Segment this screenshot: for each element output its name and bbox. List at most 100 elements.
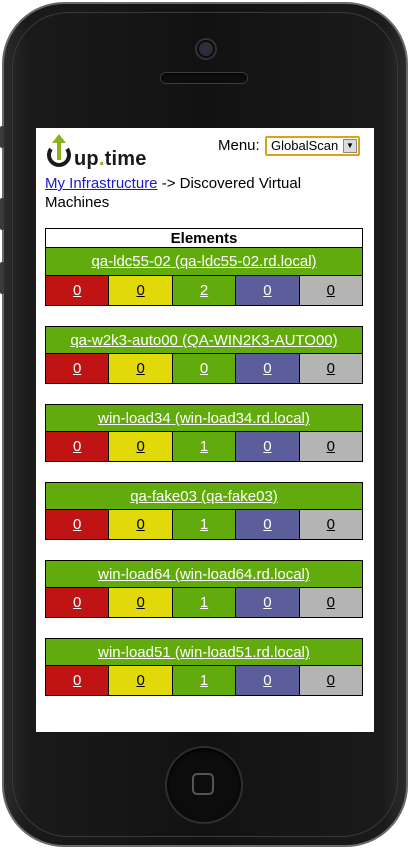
status-cell-critical: 0 xyxy=(46,588,110,617)
status-count-link-maintenance[interactable]: 0 xyxy=(263,438,271,455)
vm-title-bar: win-load64 (win-load64.rd.local) xyxy=(45,560,363,588)
home-square-icon xyxy=(192,773,214,795)
status-cell-ok: 1 xyxy=(172,666,237,695)
vm-title-bar: qa-fake03 (qa-fake03) xyxy=(45,482,363,510)
status-cell-ok: 1 xyxy=(172,510,237,539)
vm-title-bar: qa-ldc55-02 (qa-ldc55-02.rd.local) xyxy=(45,248,363,276)
status-count-link-ok[interactable]: 1 xyxy=(200,438,208,455)
status-cell-ok: 1 xyxy=(172,432,237,461)
status-cell-unknown: 0 xyxy=(299,666,363,695)
status-cell-maintenance: 0 xyxy=(236,510,300,539)
status-count-link-ok[interactable]: 1 xyxy=(200,672,208,689)
status-counts-row: 0 0 1 0 0 xyxy=(45,432,363,462)
status-cell-warning: 0 xyxy=(109,276,173,305)
earpiece-speaker xyxy=(161,73,247,83)
status-count-link-unknown[interactable]: 0 xyxy=(327,594,335,611)
vm-link[interactable]: qa-ldc55-02 (qa-ldc55-02.rd.local) xyxy=(91,253,316,270)
mute-switch xyxy=(0,126,4,148)
status-count-link-warning[interactable]: 0 xyxy=(136,360,144,377)
status-counts-row: 0 0 2 0 0 xyxy=(45,276,363,306)
status-cell-maintenance: 0 xyxy=(236,666,300,695)
status-count-link-critical[interactable]: 0 xyxy=(73,594,81,611)
status-cell-critical: 0 xyxy=(46,276,110,305)
status-count-link-unknown[interactable]: 0 xyxy=(327,672,335,689)
status-cell-warning: 0 xyxy=(109,432,173,461)
status-count-link-maintenance[interactable]: 0 xyxy=(263,594,271,611)
status-count-link-ok[interactable]: 1 xyxy=(200,594,208,611)
status-counts-row: 0 0 1 0 0 xyxy=(45,510,363,540)
status-count-link-maintenance[interactable]: 0 xyxy=(263,360,271,377)
status-count-link-critical[interactable]: 0 xyxy=(73,282,81,299)
status-cell-critical: 0 xyxy=(46,432,110,461)
vm-block: qa-fake03 (qa-fake03) 0 0 1 0 0 xyxy=(45,482,363,540)
status-count-link-warning[interactable]: 0 xyxy=(136,672,144,689)
status-count-link-unknown[interactable]: 0 xyxy=(327,438,335,455)
status-cell-maintenance: 0 xyxy=(236,588,300,617)
vm-link[interactable]: qa-fake03 (qa-fake03) xyxy=(130,488,278,505)
status-cell-ok: 1 xyxy=(172,588,237,617)
status-cell-unknown: 0 xyxy=(299,354,363,383)
menu-select[interactable]: GlobalScan ▼ xyxy=(265,136,360,156)
vm-container: qa-ldc55-02 (qa-ldc55-02.rd.local) 0 0 2 0 0 q… xyxy=(45,248,363,696)
volume-down-button xyxy=(0,262,4,294)
menu-select-value: GlobalScan xyxy=(271,138,339,153)
status-count-link-critical[interactable]: 0 xyxy=(73,672,81,689)
menu-label: Menu: xyxy=(218,137,260,154)
status-cell-warning: 0 xyxy=(109,588,173,617)
dropdown-arrow-icon[interactable]: ▼ xyxy=(343,139,357,153)
status-cell-ok: 0 xyxy=(172,354,237,383)
power-icon xyxy=(47,134,71,167)
status-count-link-ok[interactable]: 2 xyxy=(200,282,208,299)
front-camera xyxy=(197,40,215,58)
status-count-link-unknown[interactable]: 0 xyxy=(327,282,335,299)
vm-block: win-load64 (win-load64.rd.local) 0 0 1 0 0 xyxy=(45,560,363,618)
status-count-link-critical[interactable]: 0 xyxy=(73,516,81,533)
status-cell-maintenance: 0 xyxy=(236,276,300,305)
home-button[interactable] xyxy=(167,748,241,822)
vm-block: qa-ldc55-02 (qa-ldc55-02.rd.local) 0 0 2 0 0 xyxy=(45,248,363,306)
elements-header: Elements xyxy=(45,228,363,248)
status-cell-ok: 2 xyxy=(172,276,237,305)
status-cell-unknown: 0 xyxy=(299,276,363,305)
status-count-link-warning[interactable]: 0 xyxy=(136,282,144,299)
status-count-link-maintenance[interactable]: 0 xyxy=(263,672,271,689)
status-count-link-maintenance[interactable]: 0 xyxy=(263,516,271,533)
status-count-link-ok[interactable]: 0 xyxy=(200,360,208,377)
status-count-link-maintenance[interactable]: 0 xyxy=(263,282,271,299)
status-count-link-unknown[interactable]: 0 xyxy=(327,360,335,377)
status-cell-unknown: 0 xyxy=(299,510,363,539)
vm-title-bar: win-load51 (win-load51.rd.local) xyxy=(45,638,363,666)
status-cell-critical: 0 xyxy=(46,354,110,383)
status-count-link-warning[interactable]: 0 xyxy=(136,438,144,455)
status-count-link-unknown[interactable]: 0 xyxy=(327,516,335,533)
status-cell-unknown: 0 xyxy=(299,432,363,461)
status-cell-critical: 0 xyxy=(46,666,110,695)
vm-block: win-load34 (win-load34.rd.local) 0 0 1 0 0 xyxy=(45,404,363,462)
status-cell-unknown: 0 xyxy=(299,588,363,617)
phone-screen: up.time Menu: GlobalScan ▼ My Infrastruc… xyxy=(36,128,374,732)
vm-block: qa-w2k3-auto00 (QA-WIN2K3-AUTO00) 0 0 0 0 0 xyxy=(45,326,363,384)
status-counts-row: 0 0 0 0 0 xyxy=(45,354,363,384)
uptime-logo: up.time xyxy=(44,134,164,174)
breadcrumb: My Infrastructure -> Discovered Virtual … xyxy=(45,174,345,212)
elements-list: Elements qa-ldc55-02 (qa-ldc55-02.rd.loc… xyxy=(45,228,363,716)
status-cell-maintenance: 0 xyxy=(236,432,300,461)
vm-link[interactable]: qa-w2k3-auto00 (QA-WIN2K3-AUTO00) xyxy=(70,332,337,349)
status-cell-maintenance: 0 xyxy=(236,354,300,383)
breadcrumb-link-my-infrastructure[interactable]: My Infrastructure xyxy=(45,175,158,192)
vm-link[interactable]: win-load34 (win-load34.rd.local) xyxy=(98,410,310,427)
status-cell-critical: 0 xyxy=(46,510,110,539)
status-count-link-warning[interactable]: 0 xyxy=(136,594,144,611)
vm-block: win-load51 (win-load51.rd.local) 0 0 1 0 0 xyxy=(45,638,363,696)
status-count-link-critical[interactable]: 0 xyxy=(73,360,81,377)
status-count-link-ok[interactable]: 1 xyxy=(200,516,208,533)
status-cell-warning: 0 xyxy=(109,510,173,539)
vm-link[interactable]: win-load51 (win-load51.rd.local) xyxy=(98,644,310,661)
logo-text: up.time xyxy=(74,148,147,170)
status-count-link-critical[interactable]: 0 xyxy=(73,438,81,455)
vm-title-bar: qa-w2k3-auto00 (QA-WIN2K3-AUTO00) xyxy=(45,326,363,354)
vm-title-bar: win-load34 (win-load34.rd.local) xyxy=(45,404,363,432)
status-counts-row: 0 0 1 0 0 xyxy=(45,666,363,696)
status-count-link-warning[interactable]: 0 xyxy=(136,516,144,533)
vm-link[interactable]: win-load64 (win-load64.rd.local) xyxy=(98,566,310,583)
